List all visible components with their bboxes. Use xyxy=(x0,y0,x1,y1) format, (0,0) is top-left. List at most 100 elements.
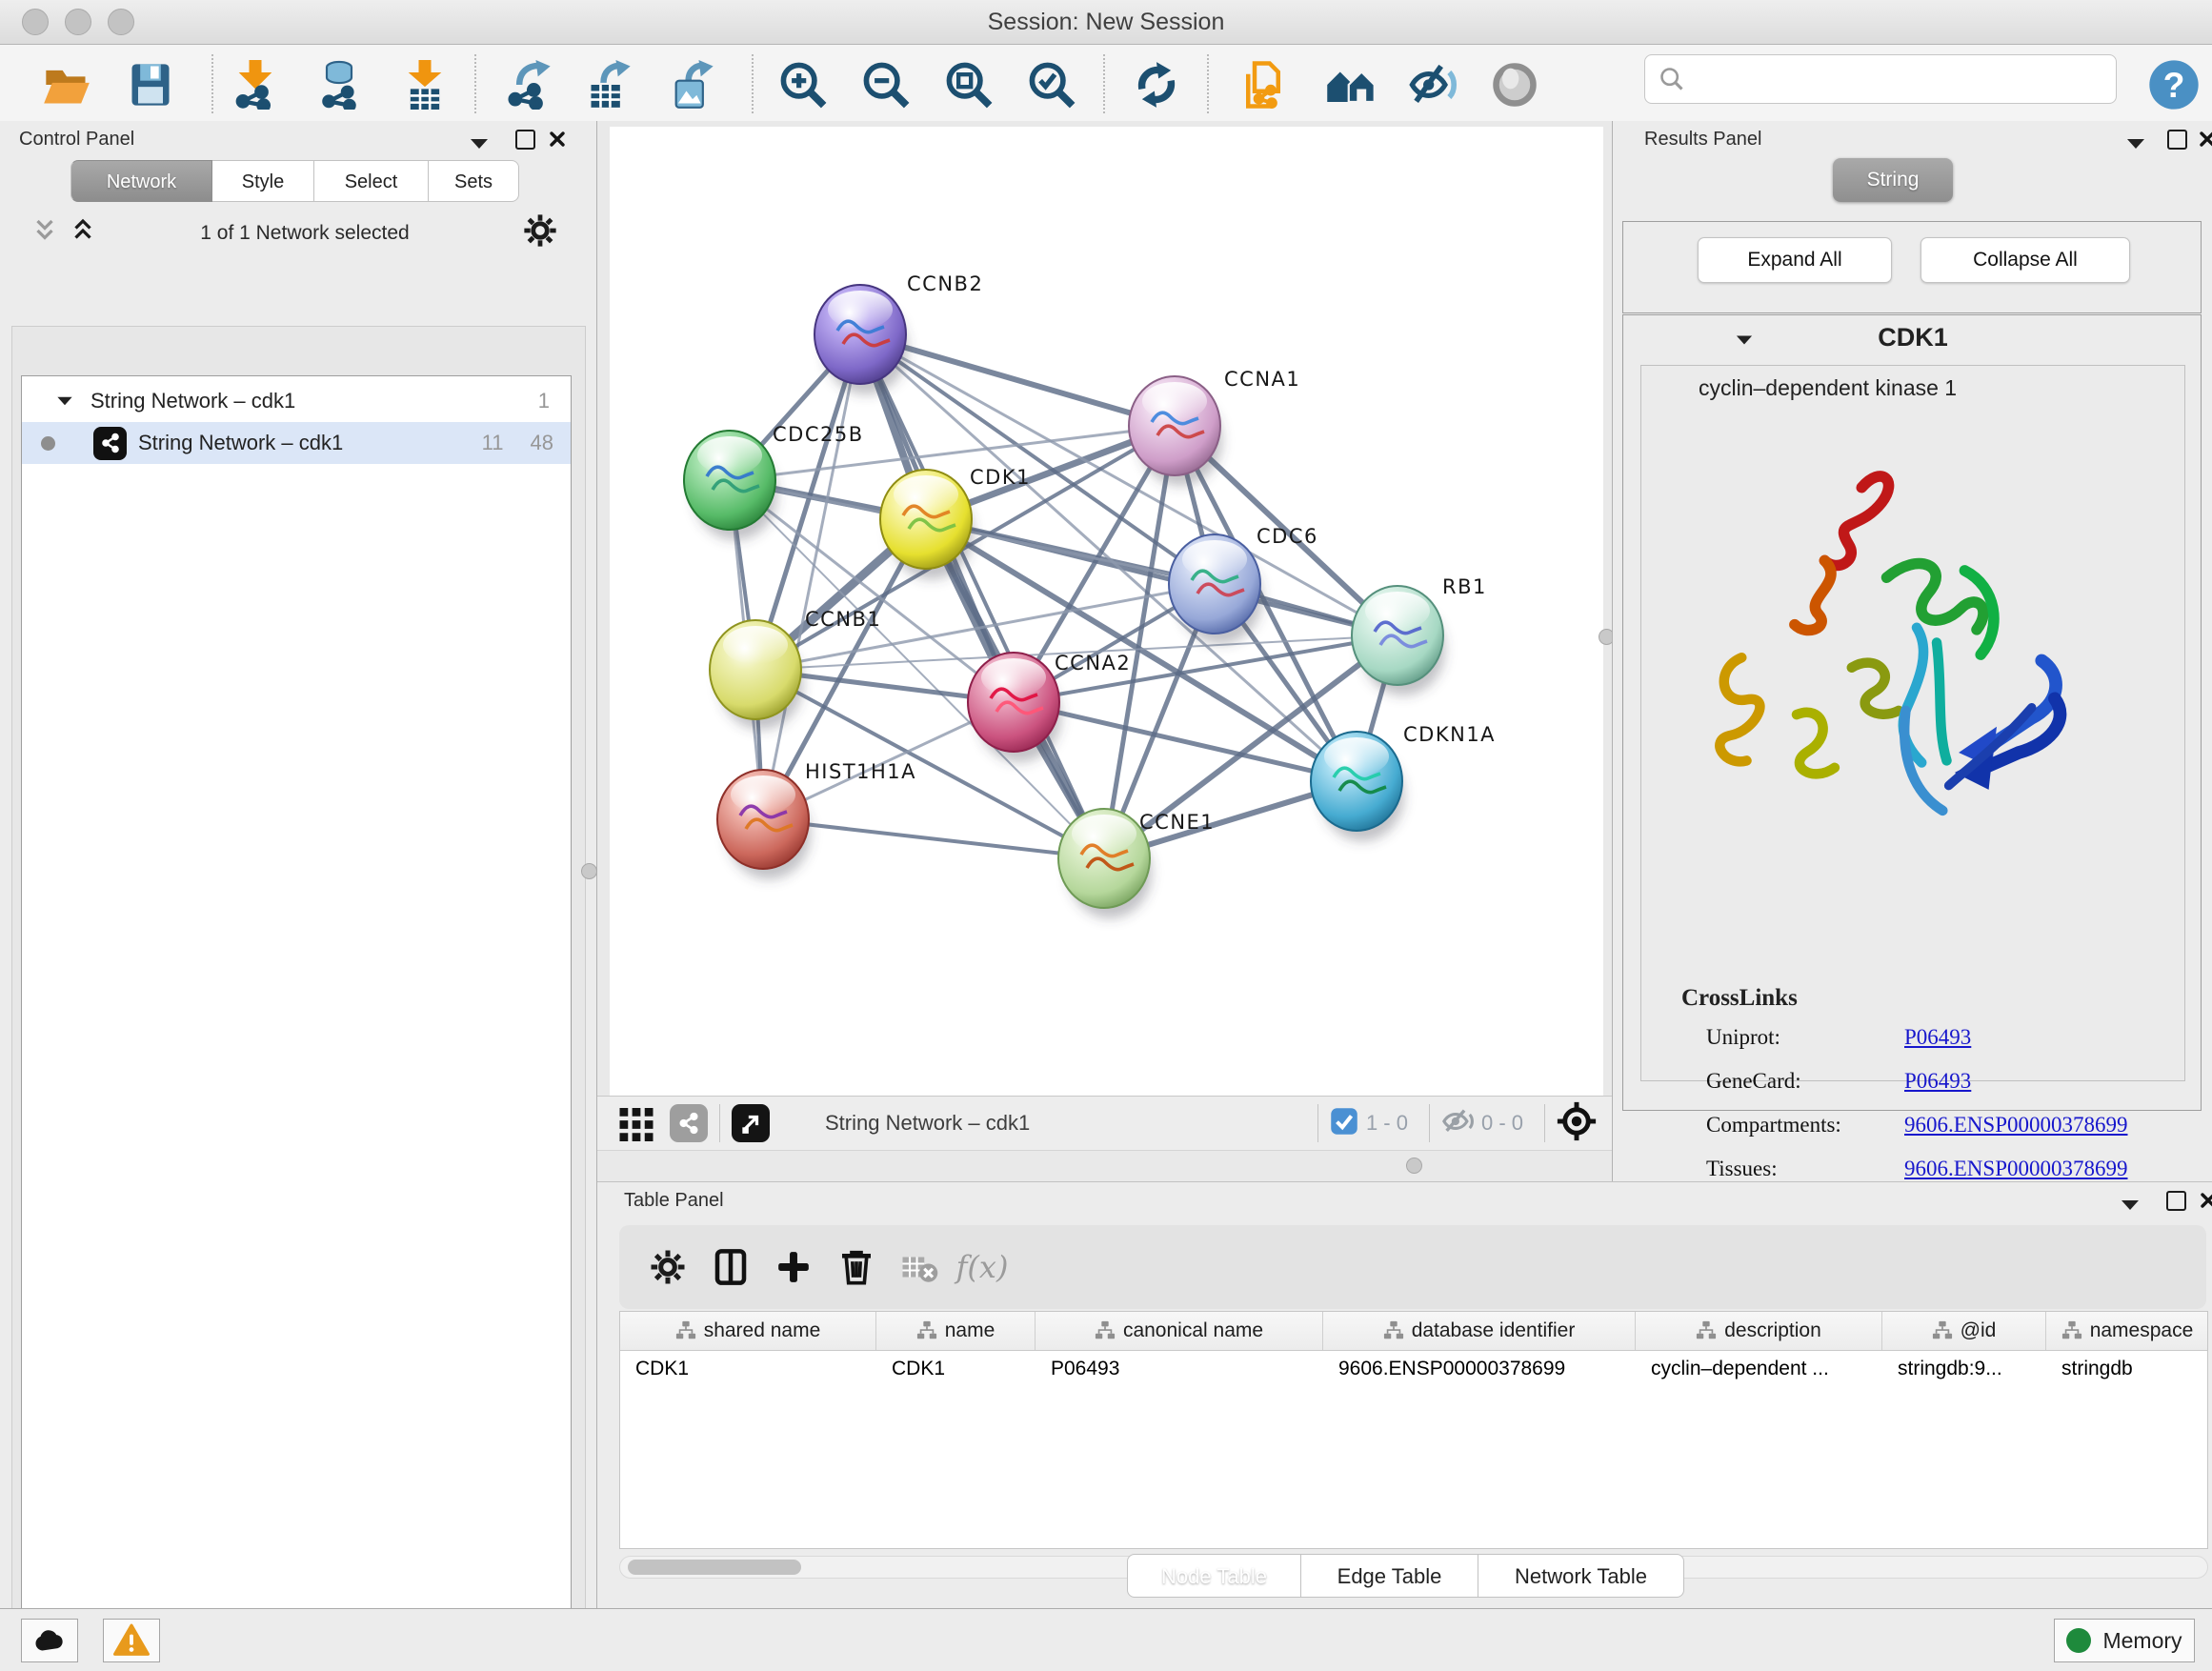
import-database-icon[interactable] xyxy=(312,58,366,111)
crosslink-link[interactable]: 9606.ENSP00000378699 xyxy=(1904,1113,2128,1137)
add-column-icon[interactable] xyxy=(762,1238,825,1296)
control-panel-float-icon[interactable] xyxy=(471,136,488,153)
zoom-out-icon[interactable] xyxy=(859,58,913,111)
network-edge[interactable] xyxy=(763,334,860,819)
crosslink-link[interactable]: P06493 xyxy=(1904,1025,1971,1050)
title-bar: Session: New Session xyxy=(0,0,2212,45)
expand-all-button[interactable]: Expand All xyxy=(1698,237,1892,283)
crosslinks-title: CrossLinks xyxy=(1681,985,1798,1012)
network-node-ccne1[interactable] xyxy=(1058,809,1152,918)
collection-expand-icon[interactable] xyxy=(57,397,71,406)
network-node-ccnb1[interactable] xyxy=(710,620,803,730)
cloud-status-button[interactable] xyxy=(21,1619,78,1662)
crosslink-link[interactable]: P06493 xyxy=(1904,1069,1971,1094)
column-header-description[interactable]: description xyxy=(1636,1312,1882,1350)
center-view-crosshair-icon[interactable] xyxy=(1557,1101,1597,1146)
export-network-icon[interactable] xyxy=(503,58,556,111)
import-table-icon[interactable] xyxy=(398,58,452,111)
collapse-all-button[interactable]: Collapse All xyxy=(1920,237,2130,283)
left-splitter-handle[interactable] xyxy=(581,863,597,879)
column-header-shared-name[interactable]: shared name xyxy=(620,1312,876,1350)
network-edge[interactable] xyxy=(763,819,1104,858)
table-cell[interactable]: cyclin–dependent ... xyxy=(1636,1350,1882,1388)
control-panel-maximize-icon[interactable] xyxy=(515,130,535,150)
import-network-icon[interactable] xyxy=(229,58,282,111)
table-panel-maximize-icon[interactable] xyxy=(2166,1191,2186,1211)
table-cell[interactable]: CDK1 xyxy=(620,1350,876,1388)
column-header-namespace[interactable]: namespace xyxy=(2046,1312,2208,1350)
memory-button[interactable]: Memory xyxy=(2054,1619,2195,1662)
save-session-icon[interactable] xyxy=(124,58,177,111)
zoom-fit-icon[interactable] xyxy=(942,58,995,111)
network-overview-houses-icon[interactable] xyxy=(1324,58,1377,111)
zoom-selected-icon[interactable] xyxy=(1025,58,1078,111)
search-input[interactable] xyxy=(1685,66,2089,92)
tab-edge-table[interactable]: Edge Table xyxy=(1301,1554,1478,1598)
scrollbar-thumb[interactable] xyxy=(628,1560,801,1575)
network-canvas[interactable]: CCNB2CCNA1CDC25BCDK1CDC6RB1CCNB1CCNA2CDK… xyxy=(610,127,1603,1096)
expand-all-networks-icon[interactable] xyxy=(70,216,95,250)
tab-string[interactable]: String xyxy=(1833,158,1953,202)
tab-network-table[interactable]: Network Table xyxy=(1478,1554,1684,1598)
network-node-cdc25b[interactable] xyxy=(684,431,777,540)
delete-column-trash-icon[interactable] xyxy=(825,1238,888,1296)
selected-checkbox-icon[interactable] xyxy=(1330,1107,1358,1140)
tab-style[interactable]: Style xyxy=(212,160,314,202)
column-header-name[interactable]: name xyxy=(876,1312,1036,1350)
network-node-rb1[interactable] xyxy=(1352,586,1445,695)
node-label-cdc6: CDC6 xyxy=(1257,525,1318,548)
birdseye-view-icon[interactable] xyxy=(732,1104,770,1142)
collapse-all-networks-icon[interactable] xyxy=(32,216,57,250)
results-panel-maximize-icon[interactable] xyxy=(2167,130,2187,150)
table-cell[interactable]: stringdb xyxy=(2046,1350,2208,1388)
column-header-database-identifier[interactable]: database identifier xyxy=(1323,1312,1636,1350)
network-node-cdkn1a[interactable] xyxy=(1311,732,1404,841)
network-edge[interactable] xyxy=(1014,702,1357,781)
table-panel-close-icon[interactable] xyxy=(2200,1192,2212,1214)
network-node-hist1h1a[interactable] xyxy=(717,770,811,879)
network-share-icon[interactable] xyxy=(670,1104,708,1142)
results-panel-float-icon[interactable] xyxy=(2127,136,2144,153)
network-collection-row[interactable]: String Network – cdk1 1 xyxy=(22,380,571,422)
network-node-cdk1[interactable] xyxy=(880,470,974,579)
tab-network[interactable]: Network xyxy=(70,160,212,202)
open-session-icon[interactable] xyxy=(40,58,93,111)
show-columns-icon[interactable] xyxy=(699,1238,762,1296)
network-node-ccna2[interactable] xyxy=(968,653,1061,762)
network-node-ccnb2[interactable] xyxy=(814,285,908,394)
warnings-button[interactable] xyxy=(103,1619,160,1662)
grid-view-icon[interactable] xyxy=(616,1101,656,1146)
delete-table-icon[interactable] xyxy=(888,1238,951,1296)
tab-sets[interactable]: Sets xyxy=(429,160,519,202)
help-icon[interactable]: ? xyxy=(2147,58,2201,111)
column-header--id[interactable]: @id xyxy=(1882,1312,2046,1350)
table-cell[interactable]: P06493 xyxy=(1036,1350,1323,1388)
column-header-canonical-name[interactable]: canonical name xyxy=(1036,1312,1323,1350)
network-node-ccna1[interactable] xyxy=(1129,376,1222,486)
show-panels-eye-icon[interactable] xyxy=(1488,58,1541,111)
tab-node-table[interactable]: Node Table xyxy=(1127,1554,1301,1598)
network-node-cdc6[interactable] xyxy=(1169,534,1262,644)
hide-panels-eye-icon[interactable] xyxy=(1406,58,1459,111)
table-panel-float-icon[interactable] xyxy=(2122,1198,2139,1215)
network-row[interactable]: String Network – cdk1 11 48 xyxy=(22,422,571,464)
results-panel-close-icon[interactable] xyxy=(2199,131,2212,152)
string-network-graph[interactable]: CCNB2CCNA1CDC25BCDK1CDC6RB1CCNB1CCNA2CDK… xyxy=(610,127,1603,1096)
network-options-gear-icon[interactable] xyxy=(522,212,558,253)
network-label: String Network – cdk1 xyxy=(138,431,343,455)
hidden-eye-slash-icon[interactable] xyxy=(1441,1105,1474,1142)
node-label-rb1: RB1 xyxy=(1442,575,1487,598)
control-panel-close-icon[interactable] xyxy=(549,131,566,152)
copy-network-icon[interactable] xyxy=(1237,58,1290,111)
table-cell[interactable]: stringdb:9... xyxy=(1882,1350,2046,1388)
tab-select[interactable]: Select xyxy=(314,160,429,202)
table-cell[interactable]: 9606.ENSP00000378699 xyxy=(1323,1350,1636,1388)
zoom-in-icon[interactable] xyxy=(776,58,830,111)
export-image-icon[interactable] xyxy=(666,58,719,111)
table-settings-gear-icon[interactable] xyxy=(636,1238,699,1296)
table-cell[interactable]: CDK1 xyxy=(876,1350,1036,1388)
export-table-icon[interactable] xyxy=(583,58,636,111)
refresh-icon[interactable] xyxy=(1130,58,1183,111)
crosslink-link[interactable]: 9606.ENSP00000378699 xyxy=(1904,1157,2128,1181)
horizontal-splitter-handle[interactable] xyxy=(1406,1158,1422,1174)
